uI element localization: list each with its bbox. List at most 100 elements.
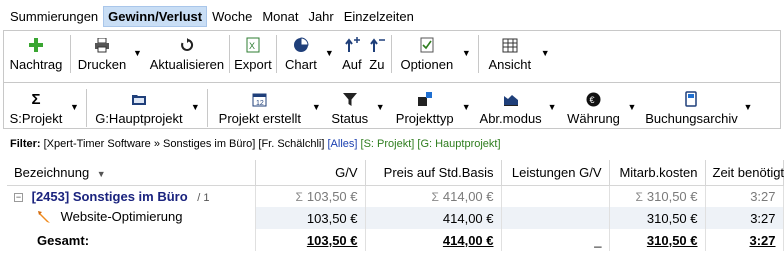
s-projekt-dropdown-arrow[interactable]: ▼ bbox=[68, 87, 84, 127]
auf-label: Auf bbox=[342, 57, 362, 72]
svg-text:€: € bbox=[590, 95, 595, 105]
folder-icon bbox=[131, 90, 147, 108]
buchungsarchiv-label: Buchungsarchiv bbox=[645, 111, 738, 126]
optionen-button[interactable]: Optionen bbox=[394, 33, 460, 73]
billing-chart-icon bbox=[503, 90, 519, 108]
zu-button[interactable]: Zu bbox=[365, 33, 389, 73]
tab-monat[interactable]: Monat bbox=[257, 6, 303, 27]
auf-button[interactable]: Auf bbox=[339, 33, 365, 73]
column-header-zeit[interactable]: Zeit benötigt bbox=[705, 160, 784, 186]
printer-icon bbox=[94, 36, 110, 54]
waehrung-dropdown-arrow[interactable]: ▼ bbox=[626, 87, 642, 127]
projekttyp-dropdown-arrow[interactable]: ▼ bbox=[460, 87, 476, 127]
projekt-erstellt-dropdown-arrow[interactable]: ▼ bbox=[310, 87, 326, 127]
toolbar-area: Nachtrag Drucken ▼ Aktualisieren X Expor… bbox=[3, 30, 781, 129]
column-header-leistungen[interactable]: Leistungen G/V bbox=[501, 160, 610, 186]
ansicht-label: Ansicht bbox=[488, 57, 532, 72]
buchungsarchiv-button[interactable]: Buchungsarchiv bbox=[641, 87, 741, 127]
status-label: Status bbox=[331, 111, 369, 126]
filter-alles-link[interactable]: [Alles] bbox=[328, 138, 358, 150]
tab-jahr[interactable]: Jahr bbox=[303, 6, 338, 27]
sigma-icon: Σ bbox=[295, 189, 303, 204]
total-preis: 414,00 € bbox=[365, 229, 502, 251]
g-hauptprojekt-dropdown-arrow[interactable]: ▼ bbox=[189, 87, 205, 127]
projekttyp-button[interactable]: Projekttyp bbox=[390, 87, 460, 127]
separator bbox=[477, 35, 479, 73]
calendar-icon: 12 bbox=[252, 90, 267, 108]
tab-gewinn-verlust[interactable]: Gewinn/Verlust bbox=[103, 5, 208, 27]
drucken-label: Drucken bbox=[77, 57, 127, 72]
table-row-item[interactable]: Website-Optimierung 103,50 € 414,00 € 31… bbox=[7, 207, 784, 229]
bezeichnung-header-label: Bezeichnung bbox=[14, 164, 90, 180]
toolbar-row-1: Nachtrag Drucken ▼ Aktualisieren X Expor… bbox=[4, 33, 780, 77]
result-table: Bezeichnung ▼ G/V Preis auf Std.Basis Le… bbox=[7, 160, 784, 251]
drucken-dropdown-arrow[interactable]: ▼ bbox=[131, 33, 147, 73]
sigma-icon: Σ bbox=[31, 90, 41, 108]
status-button[interactable]: Status bbox=[326, 87, 374, 127]
export-label: Export bbox=[234, 57, 272, 72]
column-header-mitarb[interactable]: Mitarb.kosten bbox=[609, 160, 706, 186]
s-projekt-label: S:Projekt bbox=[9, 111, 63, 126]
filter-g-hauptprojekt-link[interactable]: [G: Hauptprojekt] bbox=[417, 138, 500, 150]
tab-summierungen[interactable]: Summierungen bbox=[5, 6, 103, 27]
group-leistungen bbox=[501, 185, 610, 207]
optionen-dropdown-arrow[interactable]: ▼ bbox=[460, 33, 476, 73]
g-hauptprojekt-button[interactable]: G:Hauptprojekt bbox=[89, 87, 189, 127]
sort-descending-icon: ▼ bbox=[96, 168, 106, 179]
abr-modus-button[interactable]: Abr.modus bbox=[476, 87, 546, 127]
euro-coin-icon: € bbox=[586, 90, 601, 108]
tab-einzelzeiten[interactable]: Einzelzeiten bbox=[339, 6, 419, 27]
ansicht-button[interactable]: Ansicht bbox=[481, 33, 539, 73]
collapse-tree-icon[interactable]: − bbox=[14, 192, 23, 202]
table-header-row: Bezeichnung ▼ G/V Preis auf Std.Basis Le… bbox=[7, 160, 784, 186]
chart-dropdown-arrow[interactable]: ▼ bbox=[323, 33, 339, 73]
collapse-minus-arrow-icon bbox=[369, 36, 385, 54]
optionen-label: Optionen bbox=[400, 57, 454, 72]
group-mitarb-cell: Σ 310,50 € bbox=[609, 185, 706, 207]
waehrung-button[interactable]: € Währung bbox=[562, 87, 626, 127]
separator bbox=[275, 35, 277, 73]
drucken-button[interactable]: Drucken bbox=[73, 33, 131, 73]
view-tabs: Summierungen Gewinn/Verlust Woche Monat … bbox=[0, 4, 419, 28]
column-header-gv[interactable]: G/V bbox=[255, 160, 366, 186]
plus-icon bbox=[28, 36, 44, 54]
column-header-bezeichnung[interactable]: Bezeichnung ▼ bbox=[7, 160, 256, 186]
separator bbox=[85, 89, 87, 127]
aktualisieren-label: Aktualisieren bbox=[149, 57, 225, 72]
abr-modus-dropdown-arrow[interactable]: ▼ bbox=[546, 87, 562, 127]
excel-export-icon: X bbox=[246, 36, 260, 54]
status-dropdown-arrow[interactable]: ▼ bbox=[374, 87, 390, 127]
total-mitarb: 310,50 € bbox=[609, 229, 706, 251]
svg-text:12: 12 bbox=[256, 100, 264, 107]
separator bbox=[70, 35, 71, 73]
aktualisieren-button[interactable]: Aktualisieren bbox=[147, 33, 227, 73]
ansicht-dropdown-arrow[interactable]: ▼ bbox=[539, 33, 555, 73]
column-header-preis[interactable]: Preis auf Std.Basis bbox=[365, 160, 502, 186]
item-gv: 103,50 € bbox=[255, 207, 366, 229]
tab-woche[interactable]: Woche bbox=[207, 6, 257, 27]
buchungsarchiv-dropdown-arrow[interactable]: ▼ bbox=[741, 87, 757, 127]
total-gv: 103,50 € bbox=[255, 229, 366, 251]
group-gv: 103,50 € bbox=[306, 188, 358, 204]
item-title: Website-Optimierung bbox=[60, 209, 183, 225]
filter-s-projekt-link[interactable]: [S: Projekt] bbox=[361, 138, 415, 150]
zu-label: Zu bbox=[369, 57, 385, 72]
item-zeit: 3:27 bbox=[705, 207, 784, 229]
checklist-icon bbox=[420, 36, 434, 54]
nachtrag-button[interactable]: Nachtrag bbox=[4, 33, 68, 73]
item-mitarb: 310,50 € bbox=[609, 207, 706, 229]
group-preis: 414,00 € bbox=[442, 188, 494, 204]
chart-button[interactable]: Chart bbox=[279, 33, 323, 73]
group-title: [2453] Sonstiges im Büro bbox=[31, 188, 188, 204]
total-zeit: 3:27 bbox=[705, 229, 784, 251]
group-preis-cell: Σ 414,00 € bbox=[365, 185, 502, 207]
export-button[interactable]: X Export bbox=[232, 33, 274, 73]
sigma-icon: Σ bbox=[635, 189, 643, 204]
waehrung-label: Währung bbox=[567, 111, 620, 126]
projekt-erstellt-button[interactable]: 12 Projekt erstellt bbox=[210, 87, 310, 127]
item-preis: 414,00 € bbox=[365, 207, 502, 229]
shapes-icon bbox=[417, 90, 433, 108]
s-projekt-button[interactable]: Σ S:Projekt bbox=[4, 87, 68, 127]
table-row-group[interactable]: − [2453] Sonstiges im Büro / 1 Σ 103,50 €… bbox=[7, 185, 784, 207]
group-zeit: 3:27 bbox=[705, 185, 784, 207]
